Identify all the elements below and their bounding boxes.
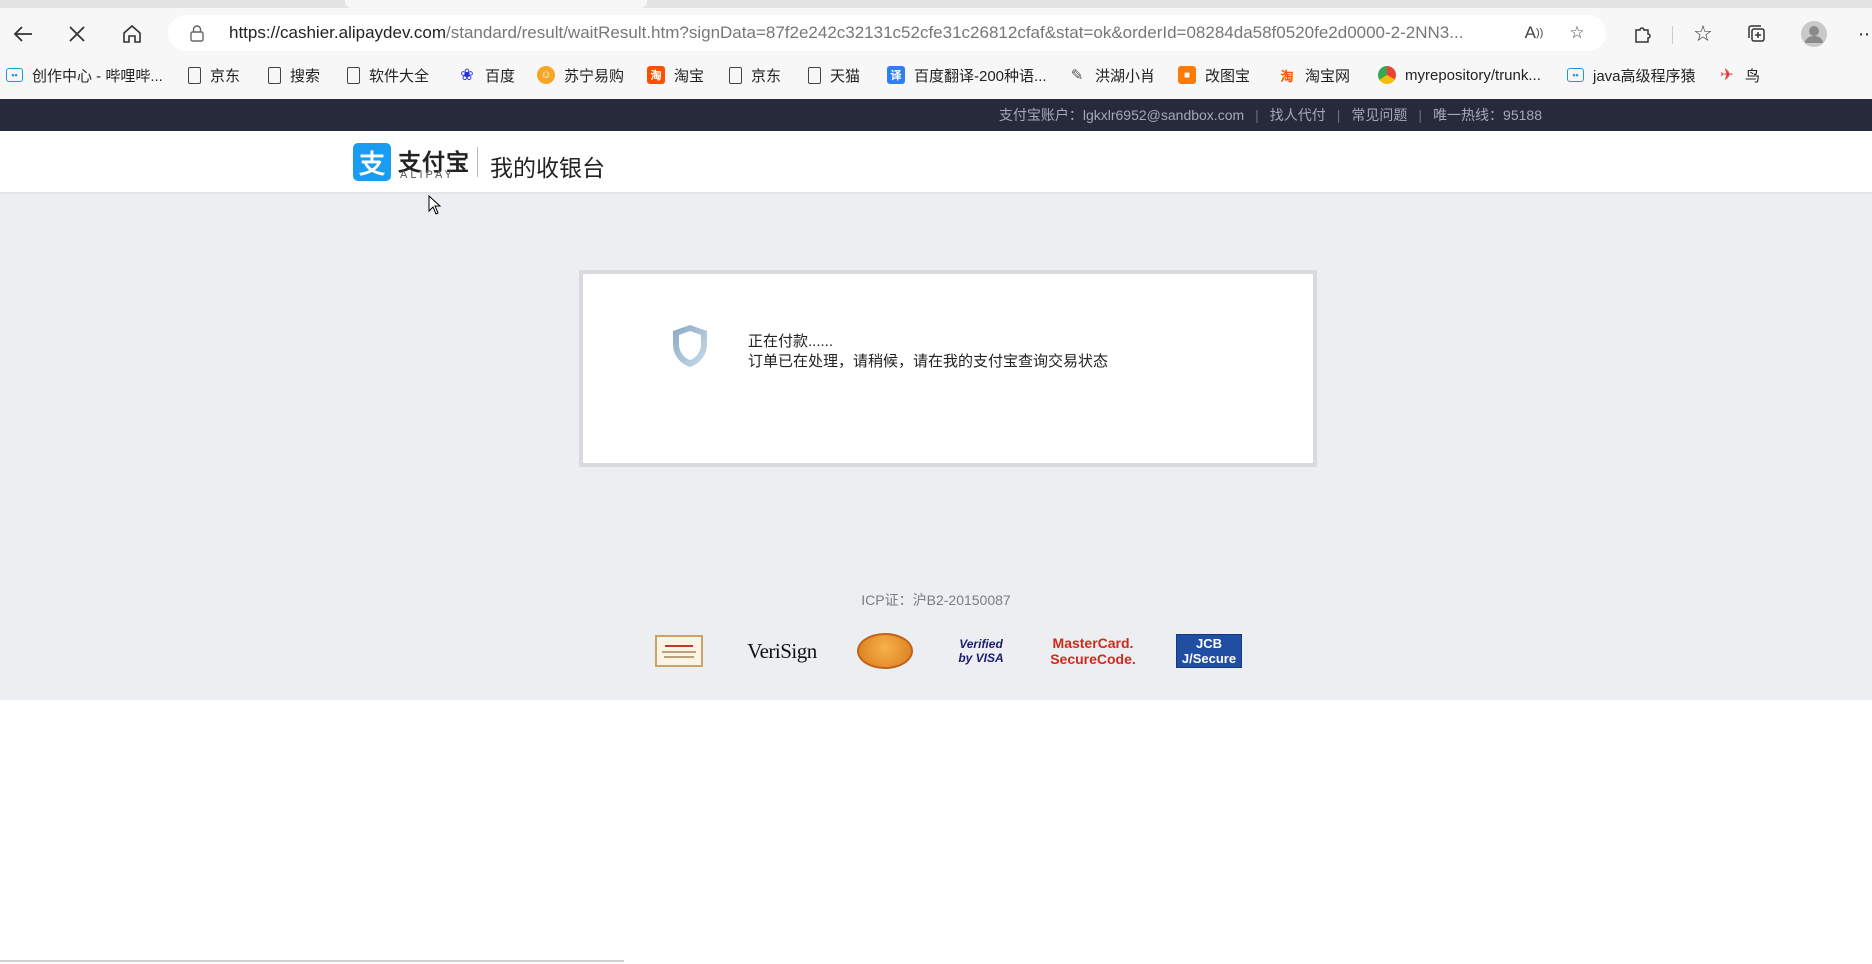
logo-divider	[477, 147, 478, 177]
main-content: 正在付款...... 订单已在处理，请稍候，请在我的支付宝查询交易状态 ICP证…	[0, 194, 1872, 700]
toolbar-divider	[1672, 26, 1673, 44]
bookmark-item[interactable]: ■ 改图宝	[1178, 58, 1250, 92]
status-description: 订单已在处理，请稍候，请在我的支付宝查询交易状态	[748, 353, 1109, 370]
mouse-cursor-icon	[428, 195, 442, 215]
tab-strip	[0, 0, 1872, 8]
mastercard-securecode-text: MasterCard. SecureCode.	[1050, 635, 1136, 667]
extensions-button[interactable]	[1626, 17, 1660, 51]
alipay-logo-subtext: ALIPAY	[400, 169, 455, 181]
find-payer-link[interactable]: 找人代付	[1270, 105, 1326, 125]
jcb-jsecure-badge[interactable]: JCB J/Secure	[1175, 632, 1243, 670]
pciss-badge[interactable]	[856, 632, 914, 670]
url-text[interactable]: https://cashier.alipaydev.com/standard/r…	[229, 15, 1509, 51]
bookmark-item[interactable]: myrepository/trunk...	[1378, 58, 1541, 92]
nav-separator: |	[1255, 107, 1259, 123]
active-tab[interactable]	[345, 0, 647, 8]
taobao-icon: 淘	[1280, 68, 1294, 84]
page-icon	[268, 66, 281, 84]
bookmark-item[interactable]: 京东	[188, 58, 240, 92]
add-favorite-icon[interactable]: ☆	[1565, 22, 1589, 44]
nav-separator: |	[1418, 107, 1423, 123]
profile-button[interactable]	[1797, 17, 1831, 51]
bookmark-item[interactable]: •• java高级程序猿	[1567, 58, 1696, 92]
browser-toolbar: https://cashier.alipaydev.com/standard/r…	[0, 8, 1872, 58]
bookmark-item[interactable]: 淘淘宝网	[1278, 58, 1350, 92]
verified-by-visa-text: Verified by VISA	[958, 637, 1004, 665]
read-aloud-icon[interactable]: A))	[1522, 22, 1546, 44]
jcb-jsecure-text: JCB J/Secure	[1176, 634, 1242, 668]
bookmark-item[interactable]: •• 创作中心 - 哔哩哔...	[6, 58, 163, 92]
collections-button[interactable]	[1740, 17, 1774, 51]
puzzle-icon	[1635, 27, 1651, 43]
bookmark-item[interactable]: 淘淘宝	[647, 58, 704, 92]
page-title: 我的收银台	[490, 155, 605, 181]
bookmark-item[interactable]: ✈ 鸟	[1718, 58, 1760, 92]
bookmarks-bar: •• 创作中心 - 哔哩哔... 京东 搜索 软件大全 ❀ 百度 ☺ 苏宁易购 淘淘宝…	[0, 58, 1872, 100]
top-nav-bar: 支付宝账户：lgkxlr6952@sandbox.com | 找人代付 | 常见…	[0, 99, 1872, 131]
bilibili-icon: ••	[6, 68, 23, 82]
suning-icon: ☺	[537, 66, 555, 84]
page-icon	[808, 66, 821, 84]
avatar-icon	[1801, 21, 1827, 47]
icp-license[interactable]: ICP证：沪B2-20150087	[0, 590, 1872, 610]
shield-icon	[673, 325, 707, 367]
more-dots-icon: ⋯	[1858, 23, 1872, 44]
collections-icon	[1748, 25, 1765, 42]
page-loading-bar	[0, 960, 624, 962]
chrome-icon	[1378, 66, 1396, 84]
mastercard-securecode-badge[interactable]: MasterCard. SecureCode.	[1046, 632, 1140, 670]
bookmark-item[interactable]: ✎ 洪湖小肖	[1068, 58, 1155, 92]
account-label: 支付宝账户：lgkxlr6952@sandbox.com	[998, 107, 1245, 123]
back-button[interactable]	[6, 17, 40, 51]
faq-link[interactable]: 常见问题	[1351, 105, 1407, 125]
bookmark-item[interactable]: 软件大全	[347, 58, 429, 92]
home-button[interactable]	[115, 17, 149, 51]
pciss-seal-icon	[857, 633, 913, 669]
verisign-badge[interactable]: VeriSign	[740, 632, 824, 670]
verisign-logo-text: VeriSign	[747, 638, 817, 663]
back-arrow-icon	[13, 26, 32, 42]
nav-separator: |	[1336, 107, 1341, 123]
gaitubao-icon: ■	[1178, 66, 1196, 84]
more-menu-button[interactable]: ⋯	[1850, 17, 1872, 51]
close-icon	[69, 26, 85, 42]
alipay-logo-icon[interactable]: 支	[353, 143, 391, 181]
hotline-label: 唯一热线：95188	[1433, 107, 1542, 123]
bird-icon: ✈	[1720, 67, 1734, 84]
bird-icon: ✎	[1070, 67, 1084, 84]
verified-by-visa-badge[interactable]: Verified by VISA	[948, 632, 1014, 670]
stop-loading-button[interactable]	[60, 17, 94, 51]
page-icon	[347, 66, 360, 84]
baidu-translate-icon: 译	[887, 66, 905, 84]
top-nav-links: 支付宝账户：lgkxlr6952@sandbox.com | 找人代付 | 常见…	[999, 99, 1542, 131]
bookmark-item[interactable]: ☺ 苏宁易购	[537, 58, 624, 92]
bookmark-item[interactable]: ❀ 百度	[458, 58, 515, 92]
bookmark-item[interactable]: 译百度翻译-200种语...	[887, 58, 1047, 92]
page-icon	[188, 66, 201, 84]
home-icon	[123, 24, 141, 43]
bookmark-item[interactable]: 搜索	[268, 58, 320, 92]
certificate-icon	[655, 635, 703, 667]
favorites-star-icon: ☆	[1693, 21, 1713, 46]
status-title: 正在付款......	[748, 333, 834, 350]
page-blank-area	[0, 700, 1872, 964]
page-icon	[729, 66, 742, 84]
bilibili-icon: ••	[1567, 68, 1584, 82]
lock-icon[interactable]	[188, 24, 206, 42]
payment-status-card: 正在付款...... 订单已在处理，请稍候，请在我的支付宝查询交易状态	[579, 270, 1317, 467]
page-header: 支 支付宝 ALIPAY 我的收银台	[0, 131, 1872, 194]
bookmark-item[interactable]: 天猫	[808, 58, 860, 92]
taobao-icon: 淘	[647, 66, 665, 84]
address-bar[interactable]: https://cashier.alipaydev.com/standard/r…	[168, 15, 1606, 51]
baidu-icon: ❀	[460, 67, 474, 84]
license-certificate-badge[interactable]	[654, 632, 704, 670]
favorites-button[interactable]: ☆	[1686, 17, 1720, 51]
bookmark-item[interactable]: 京东	[729, 58, 781, 92]
